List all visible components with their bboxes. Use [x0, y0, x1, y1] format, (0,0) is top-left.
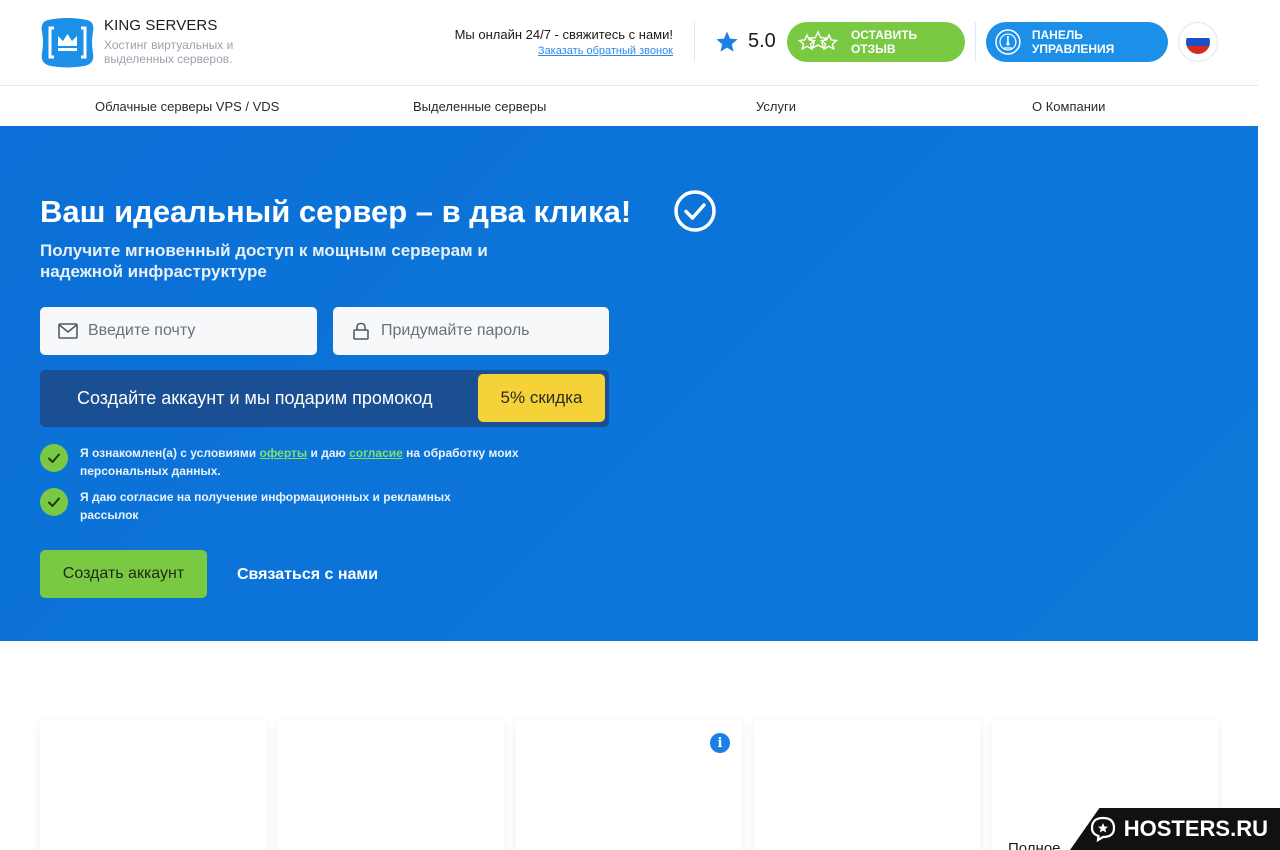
russia-flag-icon	[1186, 30, 1210, 54]
control-panel-label: ПАНЕЛЬ УПРАВЛЕНИЯ	[1031, 28, 1115, 56]
plan-card[interactable]	[516, 720, 742, 850]
plan-card[interactable]	[278, 720, 504, 850]
nav-item-dedicated[interactable]: Выделенные серверы	[413, 99, 546, 114]
consent-newsletter-text: Я даю согласие на получение информационн…	[80, 490, 451, 522]
info-icon[interactable]: i	[710, 733, 730, 753]
main-nav: Облачные серверы VPS / VDS Выделенные се…	[0, 87, 1258, 126]
chat-star-icon	[1090, 816, 1115, 842]
offer-link[interactable]: оферты	[260, 446, 308, 460]
discount-badge: 5% скидка	[478, 374, 605, 422]
leave-review-label: ОСТАВИТЬ ОТЗЫВ	[850, 28, 918, 56]
consent-text-part: Я ознакомлен(а) с условиями	[80, 446, 260, 460]
hero-title: Ваш идеальный сервер – в два клика!	[40, 194, 632, 229]
agreement-link[interactable]: согласие	[349, 446, 403, 460]
control-panel-button[interactable]: ПАНЕЛЬ УПРАВЛЕНИЯ	[986, 22, 1168, 62]
nav-item-vps[interactable]: Облачные серверы VPS / VDS	[95, 99, 279, 114]
email-field[interactable]	[40, 307, 317, 355]
promo-text: Создайте аккаунт и мы подарим промокод	[77, 388, 433, 408]
callback-link[interactable]: Заказать обратный звонок	[538, 45, 673, 57]
hero-section: Ваш идеальный сервер – в два клика! Полу…	[0, 126, 1258, 641]
contact-us-link[interactable]: Связаться с нами	[237, 566, 378, 584]
star-icon	[716, 31, 738, 52]
dashboard-gauge-icon	[995, 29, 1021, 55]
email-input[interactable]	[88, 322, 288, 340]
lock-icon	[353, 322, 369, 340]
hero-subtitle: Получите мгновенный доступ к мощным серв…	[40, 241, 488, 281]
nav-item-services[interactable]: Услуги	[756, 99, 796, 114]
king-servers-logo-icon[interactable]	[40, 16, 95, 69]
password-input[interactable]	[381, 322, 581, 340]
promo-banner: Создайте аккаунт и мы подарим промокод 5…	[40, 370, 609, 427]
card-label: Полное	[1008, 840, 1061, 850]
site-header: KING SERVERS Хостинг виртуальных и выдел…	[0, 0, 1258, 86]
brand-name: KING SERVERS	[104, 17, 218, 34]
password-field[interactable]	[333, 307, 609, 355]
leave-review-button[interactable]: ОСТАВИТЬ ОТЗЫВ	[787, 22, 965, 62]
consent-newsletter[interactable]: Я даю согласие на получение информационн…	[40, 488, 560, 528]
language-switcher[interactable]	[1178, 22, 1218, 62]
consent-personal-text: Я ознакомлен(а) с условиями оферты и даю…	[80, 444, 520, 480]
plan-card[interactable]	[40, 720, 266, 850]
brand-tagline: Хостинг виртуальных и выделенных серверо…	[104, 38, 234, 66]
consent-text-part: и даю	[307, 446, 350, 460]
header-divider	[694, 22, 695, 62]
nav-item-about[interactable]: О Компании	[1032, 99, 1105, 114]
hosters-watermark: HOSTERS.RU	[1070, 808, 1280, 850]
rating-value: 5.0	[748, 30, 776, 52]
create-account-button[interactable]: Создать аккаунт	[40, 550, 207, 598]
watermark-text: HOSTERS.RU	[1123, 816, 1268, 841]
check-circle-icon	[674, 190, 716, 232]
plan-card[interactable]	[754, 720, 980, 850]
checkbox-checked-icon[interactable]	[40, 444, 68, 472]
online-status-text: Мы онлайн 24/7 - свяжитесь с нами!	[454, 27, 673, 42]
checkbox-checked-icon[interactable]	[40, 488, 68, 516]
consent-personal-data[interactable]: Я ознакомлен(а) с условиями оферты и даю…	[40, 444, 560, 484]
stars-outline-icon	[797, 30, 839, 51]
mail-icon	[58, 323, 78, 339]
header-divider	[975, 22, 976, 62]
